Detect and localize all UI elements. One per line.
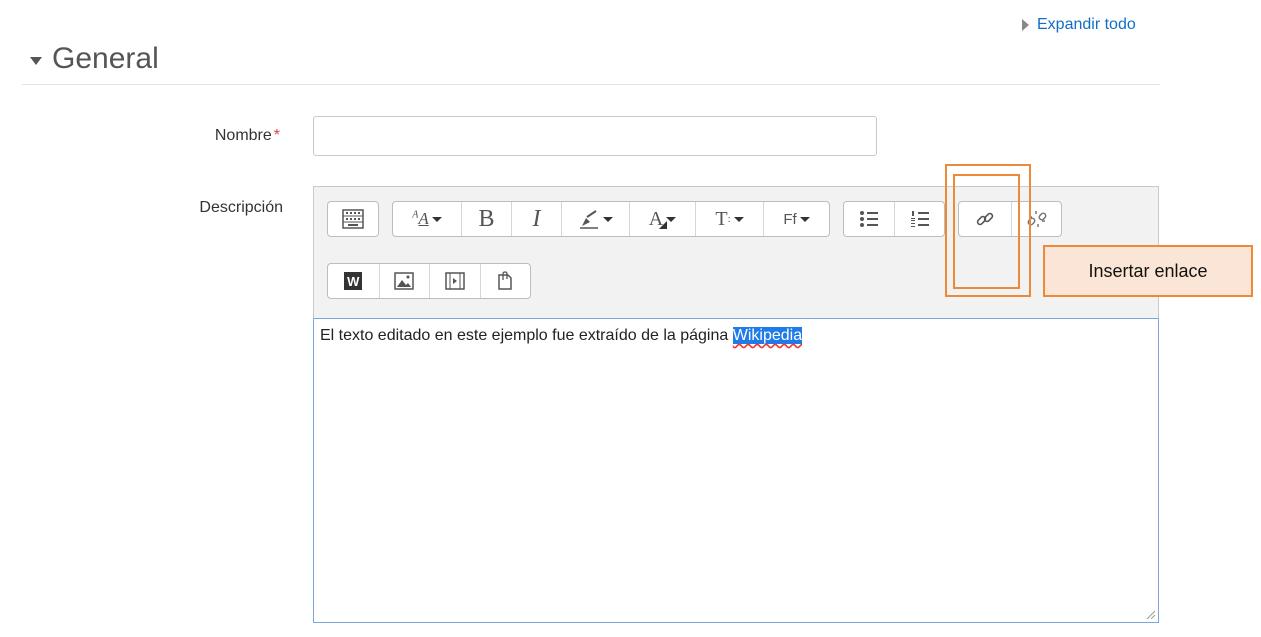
font-size-icon: T <box>715 207 728 230</box>
insert-media-button[interactable] <box>429 264 480 298</box>
paste-from-word-button[interactable]: W <box>328 264 379 298</box>
bold-button[interactable]: B <box>461 202 511 236</box>
expand-all-link[interactable]: Expandir todo <box>1022 16 1136 34</box>
editor-text: El texto editado en este ejemplo fue ext… <box>320 327 733 344</box>
resize-grip-icon[interactable] <box>1146 610 1155 619</box>
unordered-list-button[interactable] <box>844 202 894 236</box>
insert-image-button[interactable] <box>378 264 430 298</box>
media-icon <box>445 272 465 290</box>
section-header-general[interactable]: General <box>30 42 159 76</box>
word-icon: W <box>344 272 363 290</box>
toolbar-group-lists <box>843 201 945 237</box>
show-more-buttons[interactable] <box>328 202 378 236</box>
name-label-text: Nombre <box>214 127 272 144</box>
insert-link-tooltip: Insertar enlace <box>1043 245 1253 297</box>
description-label: Descripción <box>199 199 283 216</box>
selected-text: Wikipedia <box>732 327 803 344</box>
highlight-box-inner <box>953 174 1020 289</box>
chevron-down-icon <box>799 216 810 222</box>
italic-icon: I <box>532 205 541 232</box>
font-family-icon: Ff <box>783 210 797 228</box>
section-divider <box>22 84 1160 85</box>
toolbar-group-style: AA B I A T: Ff <box>392 201 830 237</box>
name-label: Nombre * <box>170 127 280 145</box>
image-icon <box>394 272 414 290</box>
bold-icon: B <box>478 205 495 232</box>
italic-button[interactable]: I <box>511 202 561 236</box>
toolbar-toggle-icon <box>342 209 364 229</box>
paragraph-style-icon: AA <box>412 209 429 228</box>
highlight-button[interactable] <box>561 202 629 236</box>
manage-files-button[interactable] <box>479 264 531 298</box>
toolbar-group-toggle <box>327 201 379 237</box>
paragraph-styles-button[interactable]: AA <box>393 202 461 236</box>
chevron-down-icon <box>666 216 677 222</box>
files-icon <box>498 271 512 290</box>
font-size-button[interactable]: T: <box>695 202 763 236</box>
chevron-down-icon <box>733 216 744 222</box>
font-family-button[interactable]: Ff <box>763 202 829 236</box>
toolbar-group-insert: W <box>327 263 531 299</box>
font-color-icon: A <box>649 208 668 231</box>
collapse-caret-icon <box>30 56 42 65</box>
required-icon: * <box>273 127 280 144</box>
section-title: General <box>52 42 159 75</box>
editor-content-area[interactable]: El texto editado en este ejemplo fue ext… <box>313 318 1159 623</box>
expand-arrow-icon <box>1022 19 1029 31</box>
name-input[interactable] <box>313 116 877 156</box>
font-color-button[interactable]: A <box>629 202 695 236</box>
highlighter-icon <box>580 210 598 229</box>
chevron-down-icon <box>603 216 613 222</box>
numbered-list-icon <box>910 211 929 227</box>
expand-all-label: Expandir todo <box>1037 16 1136 33</box>
bullet-list-icon <box>860 211 878 227</box>
chevron-down-icon <box>431 216 442 222</box>
ordered-list-button[interactable] <box>894 202 944 236</box>
